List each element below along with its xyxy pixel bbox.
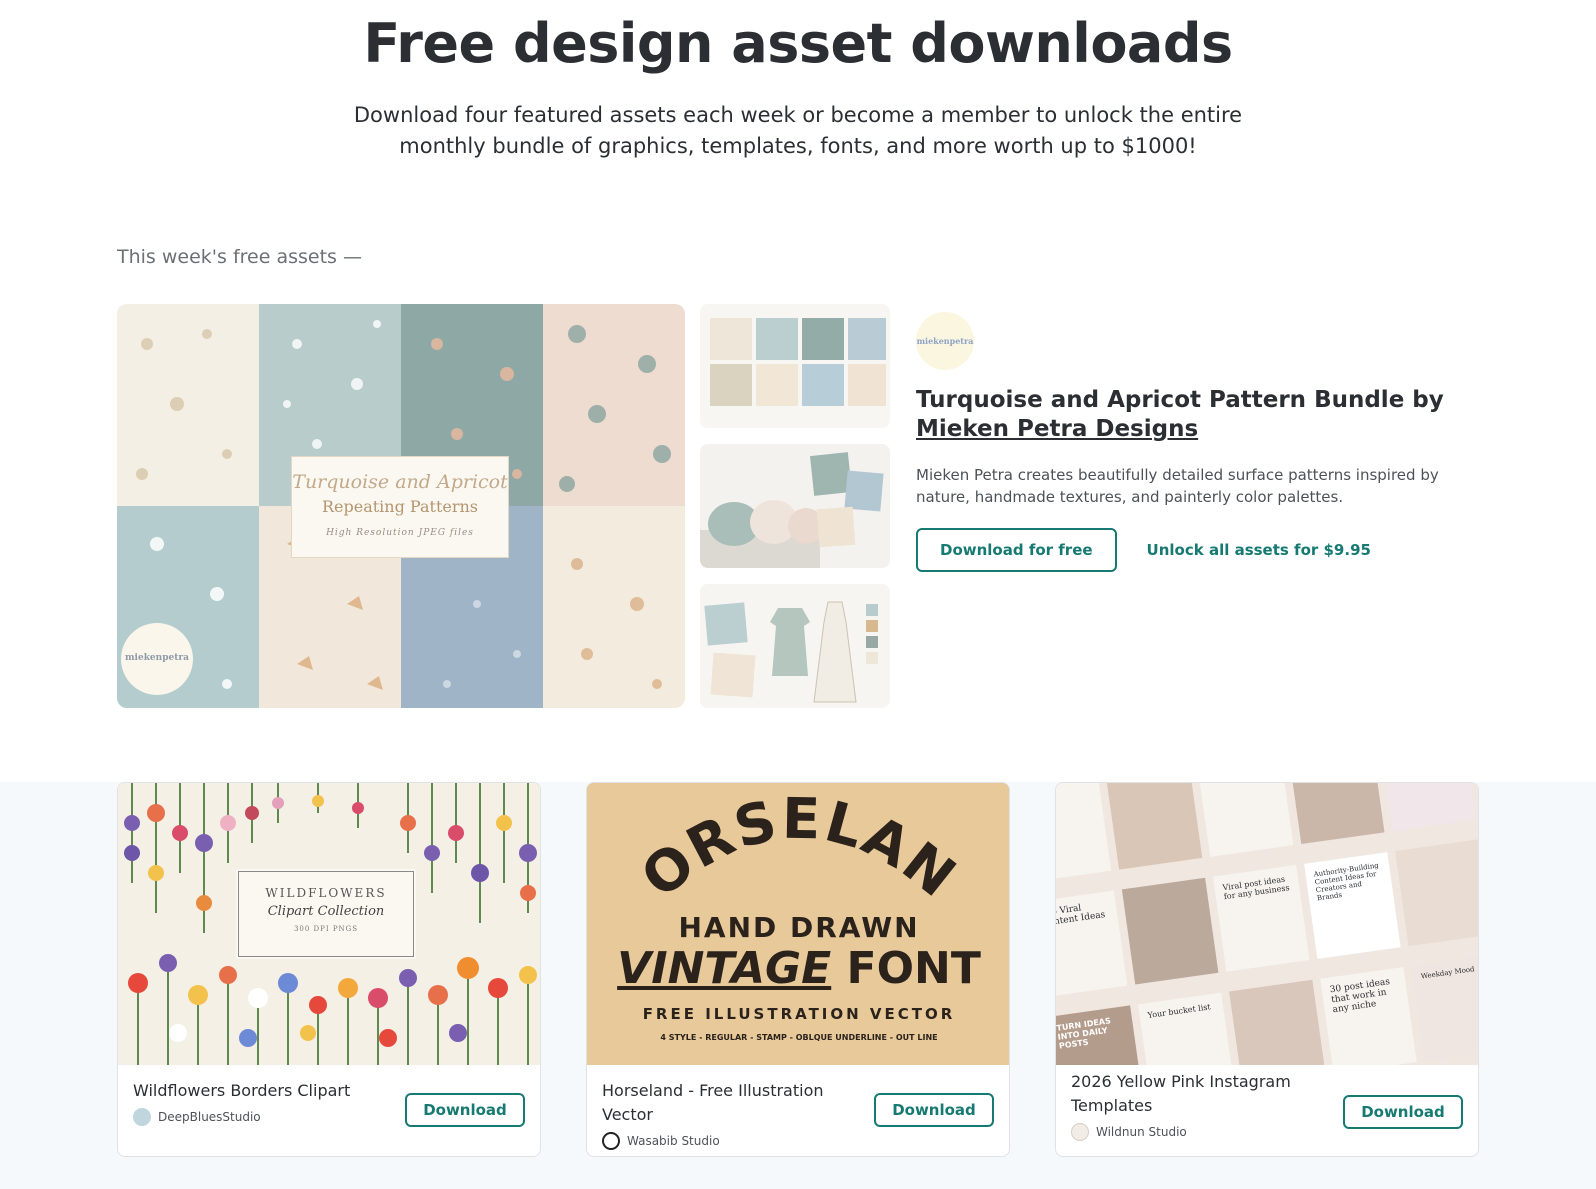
featured-info: miekenpetra Turquoise and Apricot Patter… xyxy=(916,312,1476,572)
watermark-logo: miekenpetra xyxy=(125,653,189,663)
asset-card[interactable]: problem Top Viral Content Ideas Viral po… xyxy=(1055,782,1479,1157)
asset-name[interactable]: 2026 Yellow Pink Instagram Templates xyxy=(1071,1070,1331,1118)
asset-card[interactable]: HORSELAND HAND DRAWN VINTAGE FONT FREE I… xyxy=(586,782,1010,1157)
download-button[interactable]: Download xyxy=(405,1093,525,1127)
asset-card-image[interactable]: problem Top Viral Content Ideas Viral po… xyxy=(1056,783,1478,1065)
featured-actions: Download for free Unlock all assets for … xyxy=(916,528,1476,572)
template-collage: problem Top Viral Content Ideas Viral po… xyxy=(1056,783,1478,1065)
asset-card-image[interactable]: WILDFLOWERS Clipart Collection 300 DPI P… xyxy=(118,783,540,1065)
page-title: Free design asset downloads xyxy=(363,12,1233,75)
thumbnail-pillows[interactable] xyxy=(700,444,890,568)
download-free-button[interactable]: Download for free xyxy=(916,528,1117,572)
featured-description: Mieken Petra creates beautifully detaile… xyxy=(916,466,1439,506)
section-label: This week's free assets — xyxy=(117,246,362,268)
image-overlay-label: Turquoise and Apricot Repeating Patterns… xyxy=(291,456,509,558)
featured-thumbnails xyxy=(700,304,890,724)
unlock-all-link[interactable]: Unlock all assets for $9.95 xyxy=(1147,541,1371,559)
author-link[interactable]: Mieken Petra Designs xyxy=(916,416,1198,442)
download-button[interactable]: Download xyxy=(874,1093,994,1127)
asset-card-meta: 2026 Yellow Pink Instagram Templates Wil… xyxy=(1071,1070,1331,1141)
creator-avatar[interactable]: miekenpetra xyxy=(916,312,974,370)
featured-main-image[interactable]: Turquoise and Apricot Repeating Patterns… xyxy=(117,304,685,708)
image-line2: VINTAGE FONT xyxy=(617,943,981,994)
page-subtitle: Download four featured assets each week … xyxy=(353,103,1243,158)
asset-card[interactable]: WILDFLOWERS Clipart Collection 300 DPI P… xyxy=(117,782,541,1157)
thumbnail-patterns[interactable] xyxy=(700,304,890,428)
asset-creator[interactable]: Wildnun Studio xyxy=(1071,1123,1331,1141)
thumbnail-dress[interactable] xyxy=(700,584,890,708)
creator-avatar-icon xyxy=(133,1108,151,1126)
image-label: WILDFLOWERS Clipart Collection 300 DPI P… xyxy=(236,869,416,959)
asset-name[interactable]: Wildflowers Borders Clipart xyxy=(133,1079,393,1103)
asset-card-meta: Horseland - Free Illustration Vector Was… xyxy=(602,1079,862,1150)
asset-name[interactable]: Horseland - Free Illustration Vector xyxy=(602,1079,862,1127)
download-button[interactable]: Download xyxy=(1343,1095,1463,1129)
creator-avatar-icon xyxy=(1071,1123,1089,1141)
asset-card-meta: Wildflowers Borders Clipart DeepBluesStu… xyxy=(133,1079,393,1126)
featured-title: Turquoise and Apricot Pattern Bundle by … xyxy=(916,387,1444,442)
asset-creator[interactable]: Wasabib Studio xyxy=(602,1132,862,1150)
creator-avatar-icon xyxy=(602,1132,620,1150)
asset-creator[interactable]: DeepBluesStudio xyxy=(133,1108,393,1126)
asset-card-image[interactable]: HORSELAND HAND DRAWN VINTAGE FONT FREE I… xyxy=(587,783,1009,1065)
